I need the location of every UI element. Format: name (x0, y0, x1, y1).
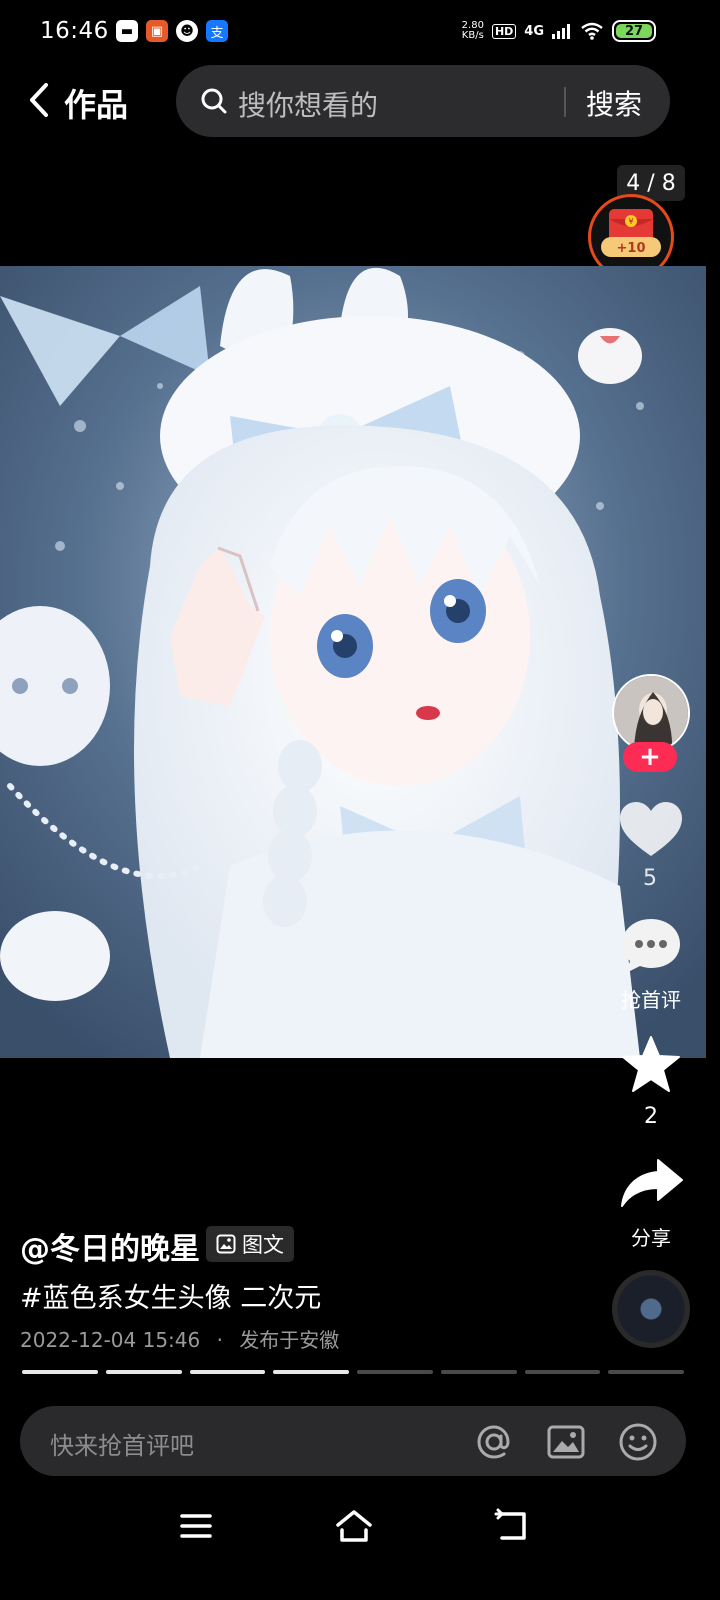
comment-input[interactable]: 快来抢首评吧 (50, 1426, 194, 1461)
network-type: 4G (524, 23, 544, 39)
share-icon[interactable] (620, 1156, 684, 1210)
progress-segment (357, 1370, 433, 1374)
svg-text:+10: +10 (617, 241, 646, 256)
post-date: 2022-12-04 15:46 (20, 1328, 201, 1352)
search-divider (564, 87, 566, 117)
notification-icons: ▬ ▣ ☻ 支 (116, 20, 228, 42)
progress-segment (524, 1370, 601, 1374)
post-caption[interactable]: #蓝色系女生头像 二次元 (20, 1276, 321, 1315)
comment-icon[interactable] (620, 916, 682, 976)
status-indicators: 2.80 KB/s HD 4G 27 (462, 20, 656, 42)
search-input[interactable]: 搜你想看的 (238, 84, 378, 124)
music-disc[interactable] (612, 1270, 690, 1348)
progress-segment (189, 1370, 266, 1374)
progress-segment (105, 1370, 182, 1374)
image-icon[interactable] (546, 1422, 586, 1462)
back-nav-icon[interactable] (492, 1508, 532, 1544)
post-type-label: 图文 (242, 1233, 284, 1257)
author-avatar[interactable] (612, 674, 690, 752)
search-button[interactable]: 搜索 (586, 83, 642, 123)
wifi-icon (581, 22, 603, 40)
alipay-notification-icon: 支 (206, 20, 228, 42)
emoji-icon[interactable] (618, 1422, 658, 1462)
post-location: 发布于安徽 (239, 1328, 340, 1352)
red-packet-icon: ¥ +10 (601, 209, 661, 257)
progress-segment (22, 1370, 98, 1374)
favorite-count: 2 (644, 1104, 658, 1129)
page-title: 作品 (64, 86, 129, 124)
post-type-badge: 图文 (206, 1226, 294, 1262)
app-notification-icon: ☻ (176, 20, 198, 42)
back-arrow-icon[interactable] (24, 82, 54, 118)
svg-text:¥: ¥ (628, 217, 633, 226)
search-icon (201, 88, 227, 114)
network-speed: 2.80 KB/s (461, 20, 484, 41)
share-label[interactable]: 分享 (612, 1222, 690, 1251)
menu-icon[interactable] (176, 1508, 216, 1544)
like-count: 5 (643, 866, 657, 891)
status-time: 16:46 (40, 18, 109, 44)
search-bar[interactable]: 搜你想看的 搜索 (176, 65, 670, 137)
image-progress-indicator (22, 1370, 684, 1374)
shopping-notification-icon: ▣ (146, 20, 168, 42)
post-image[interactable] (0, 266, 706, 1058)
image-text-icon (216, 1234, 236, 1254)
at-icon[interactable] (474, 1422, 514, 1462)
progress-segment (273, 1370, 349, 1374)
battery-icon: 27 (612, 20, 656, 42)
comment-input-bar[interactable]: 快来抢首评吧 (20, 1406, 686, 1476)
comment-label[interactable]: 抢首评 (612, 984, 690, 1013)
message-notification-icon: ▬ (116, 20, 138, 42)
author-name[interactable]: @冬日的晚星 (20, 1224, 200, 1268)
follow-button[interactable]: + (623, 742, 677, 772)
hd-voice-icon: HD (491, 23, 517, 39)
post-meta: 2022-12-04 15:46 · 发布于安徽 (20, 1324, 339, 1353)
heart-icon[interactable] (618, 800, 684, 860)
progress-segment (440, 1370, 517, 1374)
star-icon[interactable] (620, 1034, 682, 1096)
signal-icon (552, 24, 570, 39)
meta-separator: · (216, 1328, 223, 1352)
home-icon[interactable] (334, 1508, 374, 1544)
progress-segment (608, 1370, 684, 1374)
anime-girl-illustration (0, 266, 706, 1058)
